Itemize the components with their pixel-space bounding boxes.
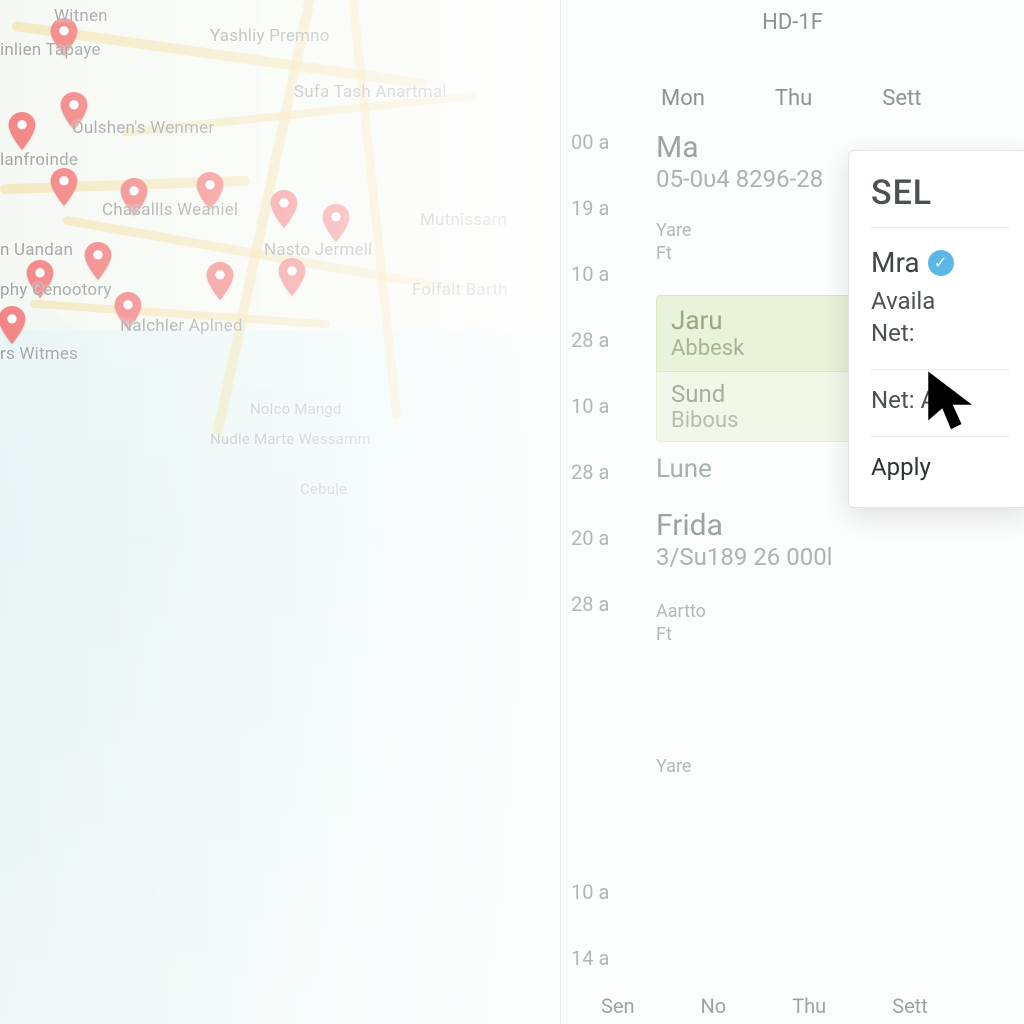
map-place-label: Nudle Marte Wessamm <box>210 430 371 448</box>
entry-title: Yare <box>656 756 856 779</box>
popover-separator <box>871 369 1009 370</box>
schedule-entry[interactable]: Yare <box>656 756 856 779</box>
day-header[interactable]: Mon <box>661 86 705 111</box>
popover-availability: Availa <box>871 287 1009 315</box>
map-place-label: Nolco Mangd <box>250 400 342 418</box>
popover-net-line: Net: A <box>871 386 1009 414</box>
schedule-entry[interactable]: Aartto Ft <box>656 601 856 646</box>
map-place-label: phy Cenootory <box>0 280 112 300</box>
map-place-label: inlien Tapaye <box>0 40 101 60</box>
day-header[interactable]: Thu <box>775 86 812 111</box>
entry-title: Aartto <box>656 601 856 624</box>
entry-sub: 05-0ᴜ4 8296-28 <box>656 165 856 194</box>
time-label: 10 a <box>571 394 609 460</box>
entry-title: Yare <box>656 220 856 243</box>
day-header[interactable]: Sett <box>882 86 921 111</box>
map-background <box>0 0 560 1024</box>
map-pin-icon[interactable] <box>50 168 78 206</box>
entry-title: Lune <box>656 454 856 484</box>
map-pin-icon[interactable] <box>278 258 306 296</box>
map-pin-icon[interactable] <box>322 204 350 242</box>
time-label: 19 a <box>571 196 609 262</box>
map-pin-icon[interactable] <box>270 190 298 228</box>
map-place-label: Nasto Jermell <box>264 240 372 260</box>
map-place-label: lanfroinde <box>0 150 78 170</box>
day-header[interactable]: Sett <box>892 994 928 1018</box>
entry-sub: Ft <box>656 624 856 647</box>
time-axis-lower: 10 a 14 a <box>571 880 609 1012</box>
map-place-label: Witnen <box>54 6 108 26</box>
popover-separator <box>871 436 1009 437</box>
day-header-row: Mon Thu Sett <box>661 86 1024 111</box>
day-header[interactable]: Thu <box>792 994 826 1018</box>
time-axis: 00 a 19 a 10 a 28 a 10 a 28 a 20 a 28 a <box>571 130 609 658</box>
schedule-panel: HD-1F Mon Thu Sett 00 a 19 a 10 a 28 a 1… <box>560 0 1024 1024</box>
verified-badge-icon: ✓ <box>928 250 954 276</box>
entry-title: Sund <box>671 380 841 408</box>
popover-title: SEL <box>871 173 1009 228</box>
schedule-entry[interactable]: Lune <box>656 454 856 484</box>
popover-name-row: Mra ✓ <box>871 246 1009 279</box>
time-label: 28 a <box>571 460 609 526</box>
map-place-label: Oulshen's Wenmer <box>72 118 214 138</box>
map-pin-icon[interactable] <box>206 262 234 300</box>
time-label: 28 a <box>571 592 609 658</box>
map-place-label: Yashliy Premno <box>210 26 330 46</box>
schedule-entry-highlighted[interactable]: Sund Bibous <box>656 372 856 442</box>
entry-title: Jaru <box>671 306 841 336</box>
entry-title: Ma <box>656 130 856 165</box>
entry-sub: Ft <box>656 243 856 266</box>
map-panel[interactable]: Witnen inlien Tapaye Yashliy Premno Sufa Ta… <box>0 0 560 1024</box>
day-header[interactable]: No <box>701 994 727 1018</box>
entry-sub: 3/Su189 26 000l <box>656 543 856 571</box>
map-place-label: Nalchler Aplned <box>120 316 243 336</box>
entry-sub: Abbesk <box>671 336 841 361</box>
schedule-entry[interactable]: Frida 3/Su189 26 000l <box>656 508 856 571</box>
popover-name: Mra <box>871 246 920 279</box>
map-place-label: Mutnissarn <box>420 210 507 230</box>
map-place-label: rs Witmes <box>0 344 78 364</box>
apply-button[interactable]: Apply <box>871 453 1009 481</box>
time-label: 20 a <box>571 526 609 592</box>
bottom-day-header-row: Sen No Thu Sett <box>601 994 1024 1018</box>
map-pin-icon[interactable] <box>84 242 112 280</box>
entry-sub: Bibous <box>671 408 841 433</box>
map-place-label: Chasallls Weaniel <box>102 200 238 220</box>
detail-popover[interactable]: SEL Mra ✓ Availa Net: Net: A Apply <box>848 150 1024 508</box>
map-place-label: Cebule <box>300 480 347 498</box>
schedule-entry[interactable]: Ma 05-0ᴜ4 8296-28 <box>656 130 856 194</box>
day-header[interactable]: Sen <box>601 994 635 1018</box>
map-place-label: Folfalt Barth <box>412 280 508 300</box>
schedule-entry[interactable]: Yare Ft <box>656 220 856 265</box>
map-place-label: n Uandan <box>0 240 73 260</box>
schedule-header-code: HD-1F <box>561 10 1024 35</box>
schedule-entries: Ma 05-0ᴜ4 8296-28 Yare Ft Jaru Abbesk Su… <box>656 130 856 809</box>
time-label: 10 a <box>571 880 609 946</box>
map-place-label: Sufa Tash Anartmal <box>294 82 447 102</box>
map-pin-icon[interactable] <box>0 306 26 344</box>
time-label: 28 a <box>571 328 609 394</box>
time-label: 00 a <box>571 130 609 196</box>
entry-title: Frida <box>656 508 856 543</box>
popover-net-line: Net: <box>871 319 1009 347</box>
schedule-entry-highlighted[interactable]: Jaru Abbesk <box>656 295 856 372</box>
time-label: 10 a <box>571 262 609 328</box>
map-pin-icon[interactable] <box>8 112 36 150</box>
